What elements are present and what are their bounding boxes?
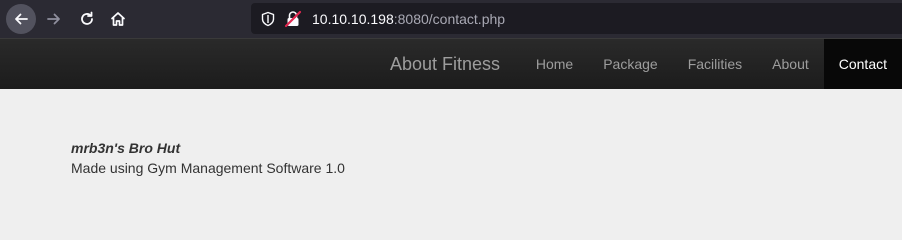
url-text[interactable]: 10.10.10.198:8080/contact.php: [312, 11, 505, 27]
tracking-protection-button[interactable]: [260, 11, 276, 27]
nav-link-package[interactable]: Package: [588, 39, 672, 89]
contact-content: mrb3n's Bro Hut Made using Gym Managemen…: [71, 138, 345, 178]
nav-link-home[interactable]: Home: [521, 39, 588, 89]
address-bar[interactable]: 10.10.10.198:8080/contact.php: [251, 3, 902, 34]
navbar-links: Home Package Facilities About Contact: [521, 39, 902, 89]
url-path: :8080/contact.php: [393, 10, 506, 27]
home-button[interactable]: [103, 4, 133, 34]
navbar-brand[interactable]: About Fitness: [390, 39, 500, 89]
url-host: 10.10.10.198: [312, 10, 394, 27]
forward-button[interactable]: [39, 4, 69, 34]
nav-link-about[interactable]: About: [757, 39, 824, 89]
insecure-lock-icon: [284, 10, 302, 27]
site-navbar: About Fitness Home Package Facilities Ab…: [0, 38, 902, 89]
shield-icon: [261, 11, 275, 26]
home-icon: [111, 12, 125, 26]
reload-button[interactable]: [72, 4, 102, 34]
arrow-left-icon: [15, 13, 28, 25]
site-security-button[interactable]: [284, 10, 302, 28]
arrow-right-icon: [47, 13, 60, 25]
back-button[interactable]: [6, 4, 36, 34]
company-name: mrb3n's Bro Hut: [71, 140, 181, 156]
reload-icon: [81, 11, 93, 25]
software-credit: Made using Gym Management Software 1.0: [71, 160, 345, 176]
browser-toolbar: 10.10.10.198:8080/contact.php: [0, 0, 902, 38]
nav-link-contact[interactable]: Contact: [823, 39, 902, 89]
nav-link-facilities[interactable]: Facilities: [673, 39, 757, 89]
